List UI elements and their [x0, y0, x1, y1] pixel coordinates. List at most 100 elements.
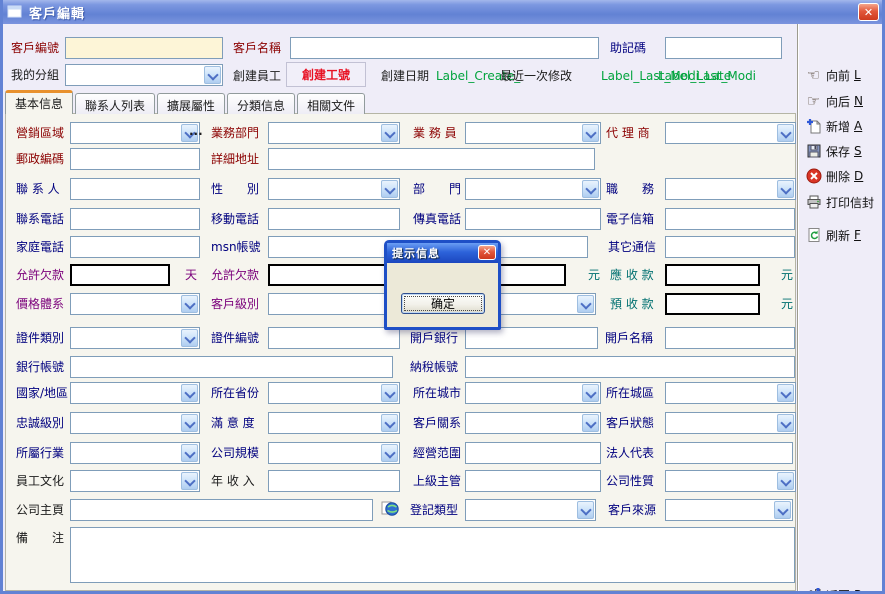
company-homepage-input[interactable]: [70, 499, 373, 521]
fax-phone-input[interactable]: [465, 208, 601, 230]
title-bar: 客戶編輯 ✕: [3, 0, 882, 24]
last-modified: 最近一次修改: [500, 69, 572, 83]
chevron-down-icon[interactable]: [381, 384, 398, 402]
district-combo[interactable]: [665, 382, 796, 404]
legal-rep-input[interactable]: [665, 442, 793, 464]
create-no-button[interactable]: 創建工號: [286, 62, 366, 87]
cert-type-combo[interactable]: [70, 327, 200, 349]
customer-name-input[interactable]: [290, 37, 599, 59]
satisfaction-combo[interactable]: [268, 412, 400, 434]
chevron-down-icon[interactable]: [381, 124, 398, 142]
cert-no-input[interactable]: [268, 327, 400, 349]
dialog-ok-button[interactable]: 确定: [401, 293, 485, 314]
refresh-button[interactable]: 刷新F: [805, 224, 861, 246]
business-dept-combo[interactable]: [268, 122, 400, 144]
customer-relation-combo[interactable]: [465, 412, 601, 434]
globe-icon[interactable]: [381, 500, 399, 521]
chevron-down-icon[interactable]: [582, 124, 599, 142]
remarks-textarea[interactable]: [70, 527, 795, 583]
save-button[interactable]: 保存S: [805, 140, 862, 162]
chevron-down-icon[interactable]: [381, 414, 398, 432]
chevron-down-icon[interactable]: [181, 384, 198, 402]
business-dept-label: 業務部門: [211, 126, 259, 140]
chevron-down-icon[interactable]: [777, 124, 794, 142]
dialog-close-icon[interactable]: ✕: [478, 245, 496, 260]
delete-button[interactable]: 刪除D: [805, 165, 863, 187]
customer-level-label: 客戶級別: [211, 297, 259, 311]
customer-source-combo[interactable]: [665, 499, 793, 521]
chevron-down-icon[interactable]: [181, 414, 198, 432]
chevron-down-icon[interactable]: [582, 180, 599, 198]
email-input[interactable]: [665, 208, 795, 230]
days-suffix: 天: [185, 268, 197, 282]
tax-account-input[interactable]: [465, 356, 795, 378]
chevron-down-icon[interactable]: [181, 329, 198, 347]
address-input[interactable]: [268, 148, 595, 170]
annual-income-input[interactable]: [268, 470, 400, 492]
postal-code-input[interactable]: [70, 148, 200, 170]
bank-name-input[interactable]: [465, 327, 598, 349]
chevron-down-icon[interactable]: [774, 501, 791, 519]
contact-phone-input[interactable]: [70, 208, 200, 230]
chevron-down-icon[interactable]: [577, 501, 594, 519]
yuan-suffix-3: 元: [781, 297, 793, 311]
mobile-phone-label: 移動電話: [211, 212, 259, 226]
next-button[interactable]: ☞ 向后N: [805, 90, 863, 112]
chevron-down-icon[interactable]: [381, 444, 398, 462]
mnemonic-code-input[interactable]: [665, 37, 782, 59]
company-size-combo[interactable]: [268, 442, 400, 464]
other-contact-input[interactable]: [665, 236, 795, 258]
chevron-down-icon[interactable]: [582, 414, 599, 432]
chevron-down-icon[interactable]: [381, 180, 398, 198]
print-envelope-button[interactable]: 打印信封: [805, 191, 878, 213]
chevron-down-icon[interactable]: [577, 295, 594, 313]
receivable-input[interactable]: [665, 264, 760, 286]
loyalty-level-combo[interactable]: [70, 412, 200, 434]
my-group-combo[interactable]: [65, 64, 223, 86]
prev-button[interactable]: ☜ 向前L: [805, 64, 861, 86]
bank-account-input[interactable]: [70, 356, 393, 378]
chevron-down-icon[interactable]: [204, 66, 221, 84]
close-icon[interactable]: ✕: [858, 3, 879, 21]
chevron-down-icon[interactable]: [777, 414, 794, 432]
prepaid-input[interactable]: [665, 293, 760, 315]
chevron-down-icon[interactable]: [777, 384, 794, 402]
customer-no-input[interactable]: [65, 37, 223, 59]
province-combo[interactable]: [268, 382, 400, 404]
contact-person-input[interactable]: [70, 178, 200, 200]
city-combo[interactable]: [465, 382, 601, 404]
chevron-down-icon[interactable]: [777, 472, 794, 490]
back-button[interactable]: 返回R: [805, 584, 862, 594]
salesman-combo[interactable]: [465, 122, 601, 144]
credit-days-input[interactable]: [70, 264, 170, 286]
gender-label: 性 別: [211, 182, 259, 196]
province-label: 所在省份: [211, 386, 259, 400]
tax-account-label: 納稅帳號: [410, 360, 458, 374]
chevron-down-icon[interactable]: [181, 472, 198, 490]
staff-culture-combo[interactable]: [70, 470, 200, 492]
job-title-combo[interactable]: [665, 178, 796, 200]
add-button[interactable]: 新增A: [805, 115, 862, 137]
agent-combo[interactable]: [665, 122, 796, 144]
chevron-down-icon[interactable]: [777, 180, 794, 198]
superior-input[interactable]: [465, 470, 601, 492]
department-combo[interactable]: [465, 178, 601, 200]
account-name-input[interactable]: [665, 327, 795, 349]
mobile-phone-input[interactable]: [268, 208, 400, 230]
chevron-down-icon[interactable]: [181, 444, 198, 462]
gender-combo[interactable]: [268, 178, 400, 200]
country-region-combo[interactable]: [70, 382, 200, 404]
price-system-combo[interactable]: [70, 293, 200, 315]
industry-combo[interactable]: [70, 442, 200, 464]
chevron-down-icon[interactable]: [582, 384, 599, 402]
chevron-down-icon[interactable]: [181, 295, 198, 313]
company-nature-combo[interactable]: [665, 470, 796, 492]
business-scope-input[interactable]: [465, 442, 601, 464]
registration-type-combo[interactable]: [465, 499, 596, 521]
create-date: 創建日期: [381, 69, 429, 83]
customer-status-combo[interactable]: [665, 412, 796, 434]
marketing-region-combo[interactable]: [70, 122, 200, 144]
superior-label: 上級主管: [413, 474, 461, 488]
browse-dots[interactable]: ...: [189, 124, 203, 138]
home-phone-input[interactable]: [70, 236, 200, 258]
